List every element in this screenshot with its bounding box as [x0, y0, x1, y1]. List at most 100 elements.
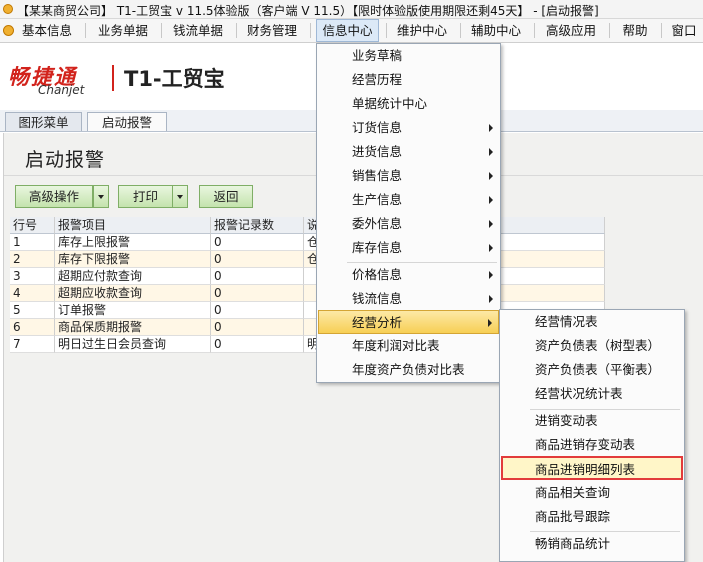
submenu-arrow-icon: [489, 244, 493, 252]
brand-logo-en: Chanjet: [38, 83, 85, 97]
submenu-arrow-icon: [489, 148, 493, 156]
menu-basic-info[interactable]: 基本信息: [18, 19, 76, 42]
col-header-item[interactable]: 报警项目: [55, 217, 211, 234]
cell-row-no: 5: [10, 302, 55, 319]
menu-item-goods-inventory-change[interactable]: 商品进销存变动表: [501, 433, 683, 457]
product-name: T1-工贸宝: [124, 67, 225, 91]
col-header-row-no[interactable]: 行号: [10, 217, 55, 234]
submenu-arrow-icon: [489, 124, 493, 132]
app-icon: [3, 4, 13, 14]
menu-item-goods-query[interactable]: 商品相关查询: [501, 481, 683, 505]
cell-row-no: 3: [10, 268, 55, 285]
menu-item-cashflow-info[interactable]: 钱流信息: [318, 287, 499, 311]
menu-item-status-stats[interactable]: 经营状况统计表: [501, 382, 683, 406]
menu-item-label: 价格信息: [352, 267, 403, 282]
menu-separator: [534, 23, 535, 38]
cell-extra: [498, 234, 605, 251]
menu-item-outsource-info[interactable]: 委外信息: [318, 212, 499, 236]
menu-item-label: 经营分析: [352, 315, 403, 330]
analysis-submenu: 经营情况表 资产负债表（树型表） 资产负债表（平衡表） 经营状况统计表 进销变动…: [499, 309, 685, 562]
cell-row-no: 4: [10, 285, 55, 302]
submenu-arrow-icon: [488, 319, 492, 327]
menu-cashflow-docs[interactable]: 钱流单据: [169, 19, 227, 42]
menu-item-history[interactable]: 经营历程: [318, 68, 499, 92]
print-dropdown-arrow[interactable]: [172, 185, 188, 208]
menu-advanced[interactable]: 高级应用: [542, 19, 600, 42]
submenu-arrow-icon: [489, 271, 493, 279]
cell-extra: [498, 268, 605, 285]
menu-item-label: 钱流信息: [352, 291, 403, 306]
cell-extra: [498, 251, 605, 268]
tab-graphic-menu[interactable]: 图形菜单: [5, 112, 82, 131]
cell-extra: [498, 285, 605, 302]
menu-window[interactable]: 窗口: [666, 19, 702, 42]
menu-assist[interactable]: 辅助中心: [467, 19, 525, 42]
menu-item-operating-status[interactable]: 经营情况表: [501, 310, 683, 334]
cell-count: 0: [211, 302, 304, 319]
advanced-ops-dropdown-arrow[interactable]: [93, 185, 109, 208]
cell-item: 超期应收款查询: [55, 285, 211, 302]
cell-item: 订单报警: [55, 302, 211, 319]
menu-separator: [661, 23, 662, 38]
submenu-arrow-icon: [489, 172, 493, 180]
cell-row-no: 2: [10, 251, 55, 268]
info-center-menu: 业务草稿 经营历程 单据统计中心 订货信息 进货信息 销售信息 生产信息 委外信…: [316, 43, 501, 383]
cell-item: 库存上限报警: [55, 234, 211, 251]
menu-item-business-analysis[interactable]: 经营分析: [318, 310, 499, 334]
col-header-extra: [498, 217, 605, 234]
menu-item-label: 订货信息: [352, 120, 403, 135]
cell-row-no: 6: [10, 319, 55, 336]
menu-item-purchase-info[interactable]: 进货信息: [318, 140, 499, 164]
menu-item-goods-detail-list[interactable]: 商品进销明细列表: [501, 456, 683, 480]
print-button[interactable]: 打印: [118, 185, 173, 208]
menu-item-batch-tracking[interactable]: 商品批号跟踪: [501, 505, 683, 529]
cell-count: 0: [211, 285, 304, 302]
back-button[interactable]: 返回: [199, 185, 253, 208]
menu-help[interactable]: 帮助: [615, 19, 655, 42]
menu-separator: [236, 23, 237, 38]
menu-item-balance-tree[interactable]: 资产负债表（树型表）: [501, 334, 683, 358]
menu-item-price-info[interactable]: 价格信息: [318, 263, 499, 287]
cell-item: 库存下限报警: [55, 251, 211, 268]
advanced-ops-button[interactable]: 高级操作: [15, 185, 93, 208]
menu-item-sales-info[interactable]: 销售信息: [318, 164, 499, 188]
menu-maintenance[interactable]: 维护中心: [393, 19, 451, 42]
tab-startup-alarm[interactable]: 启动报警: [87, 112, 167, 131]
col-header-count[interactable]: 报警记录数: [211, 217, 304, 234]
cell-count: 0: [211, 319, 304, 336]
cell-item: 明日过生日会员查询: [55, 336, 211, 353]
menu-business-docs[interactable]: 业务单据: [94, 19, 152, 42]
menu-item-label: 委外信息: [352, 216, 403, 231]
submenu-arrow-icon: [489, 220, 493, 228]
submenu-arrow-icon: [489, 295, 493, 303]
menu-item-annual-balance[interactable]: 年度资产负债对比表: [318, 358, 499, 382]
menu-separator: [161, 23, 162, 38]
menu-item-doc-stats[interactable]: 单据统计中心: [318, 92, 499, 116]
page-title: 启动报警: [25, 149, 106, 171]
logo-divider: [112, 65, 114, 91]
cell-item: 商品保质期报警: [55, 319, 211, 336]
menu-separator: [310, 23, 311, 38]
menu-item-label: 进货信息: [352, 144, 403, 159]
menu-separator: [386, 23, 387, 38]
cell-row-no: 7: [10, 336, 55, 353]
menu-item-balance-sheet[interactable]: 资产负债表（平衡表）: [501, 358, 683, 382]
menu-item-production-info[interactable]: 生产信息: [318, 188, 499, 212]
menu-item-label: 生产信息: [352, 192, 403, 207]
menu-item-draft[interactable]: 业务草稿: [318, 44, 499, 68]
menu-item-label: 销售信息: [352, 168, 403, 183]
menu-item-order-info[interactable]: 订货信息: [318, 116, 499, 140]
menu-separator: [460, 23, 461, 38]
menu-item-annual-profit[interactable]: 年度利润对比表: [318, 334, 499, 358]
menu-item-bestseller-stats[interactable]: 畅销商品统计: [501, 532, 683, 556]
app-menu-icon[interactable]: [3, 25, 14, 36]
menu-finance[interactable]: 财务管理: [243, 19, 301, 42]
menu-item-label: 库存信息: [352, 240, 403, 255]
menu-item-purchase-sales-change[interactable]: 进销变动表: [501, 409, 683, 433]
menu-info-center[interactable]: 信息中心: [316, 19, 379, 42]
cell-count: 0: [211, 234, 304, 251]
menu-item-stock-info[interactable]: 库存信息: [318, 236, 499, 260]
menu-separator: [609, 23, 610, 38]
cell-item: 超期应付款查询: [55, 268, 211, 285]
cell-count: 0: [211, 336, 304, 353]
